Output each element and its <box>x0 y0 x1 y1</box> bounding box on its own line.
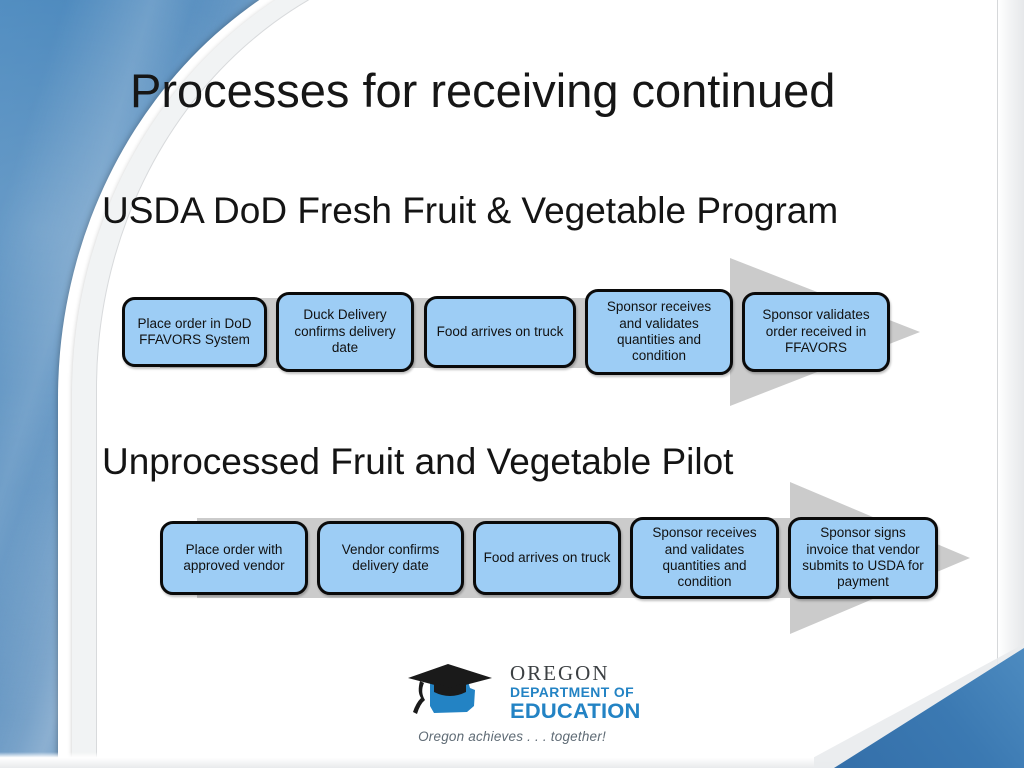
process-step-box[interactable]: Sponsor signs invoice that vendor submit… <box>788 517 938 599</box>
process-step-box[interactable]: Sponsor validates order received in FFAV… <box>742 292 890 372</box>
logo-lockup: OREGON DEPARTMENT OF EDUCATION <box>404 662 640 724</box>
slide-canvas: Processes for receiving continued USDA D… <box>0 0 1024 768</box>
process-step-box[interactable]: Food arrives on truck <box>424 296 576 368</box>
process-step-box[interactable]: Duck Delivery confirms delivery date <box>276 292 414 372</box>
graduation-cap-over-oregon-state-icon <box>408 664 492 714</box>
process-step-box[interactable]: Sponsor receives and validates quantitie… <box>630 517 779 599</box>
process-step-box[interactable]: Place order in DoD FFAVORS System <box>122 297 267 367</box>
process-step-box[interactable]: Place order with approved vendor <box>160 521 308 595</box>
oregon-department-of-education-logo: OREGON DEPARTMENT OF EDUCATION Oregon ac… <box>404 662 640 750</box>
logo-wordmark: OREGON DEPARTMENT OF EDUCATION <box>510 661 641 724</box>
section-heading-unprocessed-pilot: Unprocessed Fruit and Vegetable Pilot <box>102 441 734 482</box>
logo-text-education: EDUCATION <box>510 699 641 724</box>
slide-title: Processes for receiving continued <box>130 64 836 117</box>
process-step-list: Place order with approved vendor Vendor … <box>160 482 938 634</box>
logo-text-oregon: OREGON <box>510 661 610 686</box>
section-heading-usda-dod: USDA DoD Fresh Fruit & Vegetable Program <box>102 190 839 231</box>
process-step-list: Place order in DoD FFAVORS System Duck D… <box>122 258 890 406</box>
slide-content: Processes for receiving continued USDA D… <box>0 0 1024 768</box>
process-flow-usda-dod: Place order in DoD FFAVORS System Duck D… <box>110 258 920 406</box>
process-step-box[interactable]: Vendor confirms delivery date <box>317 521 464 595</box>
process-step-box[interactable]: Sponsor receives and validates quantitie… <box>585 289 733 375</box>
process-step-box[interactable]: Food arrives on truck <box>473 521 621 595</box>
logo-tagline: Oregon achieves . . . together! <box>418 729 606 744</box>
process-flow-unprocessed-pilot: Place order with approved vendor Vendor … <box>150 482 970 634</box>
